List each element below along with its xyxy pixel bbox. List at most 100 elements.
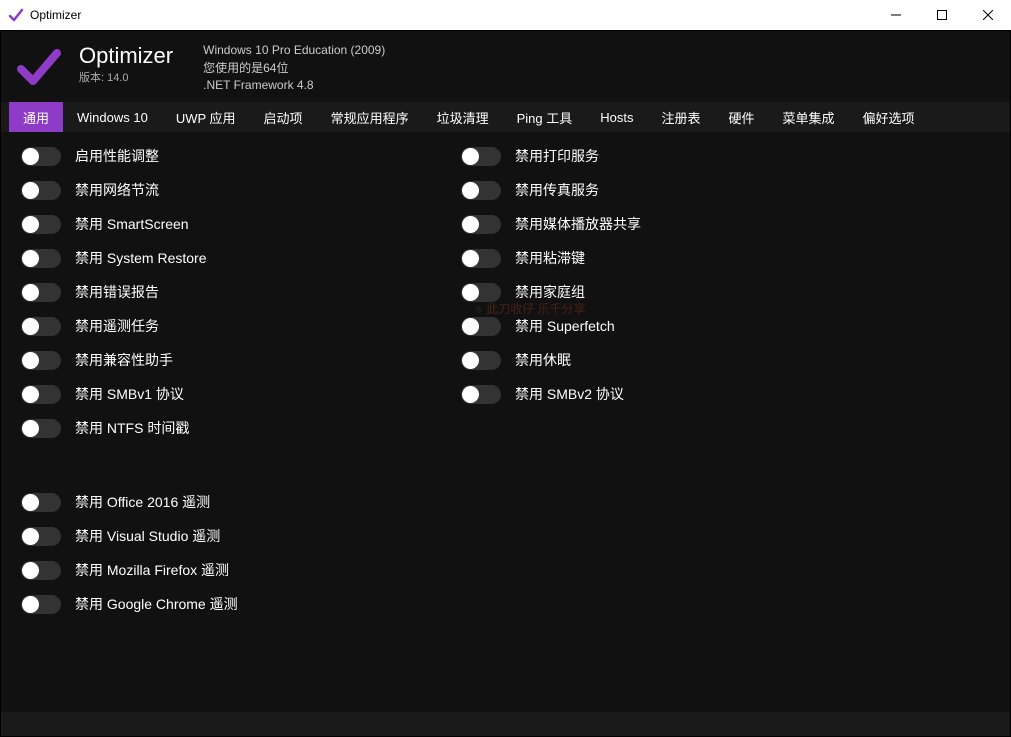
toggle-compat[interactable] (21, 351, 61, 370)
toggle-smbv2[interactable] (461, 385, 501, 404)
toggle-knob (462, 284, 479, 301)
toggle-knob (22, 216, 39, 233)
titlebar: Optimizer (0, 0, 1011, 30)
toggle-smbv1[interactable] (21, 385, 61, 404)
toggle-knob (22, 148, 39, 165)
toggle-knob (22, 352, 39, 369)
toggle-label-fax: 禁用传真服务 (515, 180, 599, 200)
tab-registry[interactable]: 注册表 (647, 102, 714, 132)
toggle-row-firefox-telemetry: 禁用 Mozilla Firefox 遥测 (21, 560, 461, 580)
toggle-row-smbv1: 禁用 SMBv1 协议 (21, 384, 461, 404)
tab-hardware[interactable]: 硬件 (714, 102, 768, 132)
toggle-label-office-telemetry: 禁用 Office 2016 遥测 (75, 492, 210, 512)
tab-startup[interactable]: 启动项 (250, 102, 317, 132)
toggle-row-office-telemetry: 禁用 Office 2016 遥测 (21, 492, 461, 512)
tab-apps[interactable]: 常规应用程序 (317, 102, 423, 132)
toggle-ntfs-ts[interactable] (21, 419, 61, 438)
tab-hosts[interactable]: Hosts (586, 102, 647, 132)
tab-cleanup[interactable]: 垃圾清理 (423, 102, 503, 132)
logo-checkmark-icon (15, 43, 63, 91)
tab-menu[interactable]: 菜单集成 (769, 102, 849, 132)
sysinfo-net: .NET Framework 4.8 (203, 78, 385, 92)
app-version: 版本: 14.0 (79, 69, 173, 85)
tab-prefs[interactable]: 偏好选项 (849, 102, 929, 132)
close-button[interactable] (965, 0, 1011, 30)
tab-bar: 通用Windows 10UWP 应用启动项常规应用程序垃圾清理Ping 工具Ho… (1, 102, 1010, 132)
toggle-vs-telemetry[interactable] (21, 527, 61, 546)
toggle-perf[interactable] (21, 147, 61, 166)
toggle-label-hibernate: 禁用休眠 (515, 350, 571, 370)
toggle-label-smartscreen: 禁用 SmartScreen (75, 214, 189, 234)
toggle-row-superfetch: 禁用 Superfetch (461, 316, 990, 336)
statusbar (1, 712, 1010, 736)
toggle-smartscreen[interactable] (21, 215, 61, 234)
toggle-row-errorreport: 禁用错误报告 (21, 282, 461, 302)
toggle-label-firefox-telemetry: 禁用 Mozilla Firefox 遥测 (75, 560, 229, 580)
toggle-label-telemetry-tasks: 禁用遥测任务 (75, 316, 159, 336)
toggle-row-smbv2: 禁用 SMBv2 协议 (461, 384, 990, 404)
toggle-chrome-telemetry[interactable] (21, 595, 61, 614)
toggle-print[interactable] (461, 147, 501, 166)
toggle-label-superfetch: 禁用 Superfetch (515, 316, 615, 336)
toggle-knob (22, 562, 39, 579)
toggle-row-hibernate: 禁用休眠 (461, 350, 990, 370)
toggle-label-smbv1: 禁用 SMBv1 协议 (75, 384, 184, 404)
toggle-sysrestore[interactable] (21, 249, 61, 268)
toggle-label-vs-telemetry: 禁用 Visual Studio 遥测 (75, 526, 220, 546)
toggle-errorreport[interactable] (21, 283, 61, 302)
toggle-label-smbv2: 禁用 SMBv2 协议 (515, 384, 624, 404)
tab-ping[interactable]: Ping 工具 (503, 102, 587, 132)
toggle-knob (462, 182, 479, 199)
toggle-row-media-share: 禁用媒体播放器共享 (461, 214, 990, 234)
app-title: Optimizer (79, 43, 173, 69)
toggle-homegroup[interactable] (461, 283, 501, 302)
toggle-superfetch[interactable] (461, 317, 501, 336)
toggle-row-fax: 禁用传真服务 (461, 180, 990, 200)
toggle-knob (22, 494, 39, 511)
toggle-label-sysrestore: 禁用 System Restore (75, 248, 206, 268)
toggle-column-left: 启用性能调整禁用网络节流禁用 SmartScreen 禁用 System Rest… (21, 146, 461, 698)
toggle-label-net-throttle: 禁用网络节流 (75, 180, 159, 200)
toggle-label-perf: 启用性能调整 (75, 146, 159, 166)
system-info: Windows 10 Pro Education (2009) 您使用的是64位… (203, 43, 385, 92)
toggle-knob (22, 284, 39, 301)
toggle-net-throttle[interactable] (21, 181, 61, 200)
toggle-office-telemetry[interactable] (21, 493, 61, 512)
toggle-knob (22, 420, 39, 437)
toggle-label-homegroup: 禁用家庭组 (515, 282, 585, 302)
toggle-label-media-share: 禁用媒体播放器共享 (515, 214, 641, 234)
app-icon (8, 7, 24, 23)
toggle-knob (462, 148, 479, 165)
toggle-knob (22, 386, 39, 403)
toggle-telemetry-tasks[interactable] (21, 317, 61, 336)
minimize-button[interactable] (873, 0, 919, 30)
toggle-sticky[interactable] (461, 249, 501, 268)
toggle-knob (22, 318, 39, 335)
toggle-row-sysrestore: 禁用 System Restore (21, 248, 461, 268)
titlebar-title: Optimizer (30, 8, 81, 22)
toggle-fax[interactable] (461, 181, 501, 200)
app-header: Optimizer 版本: 14.0 Windows 10 Pro Educat… (1, 31, 1010, 102)
toggle-knob (462, 352, 479, 369)
toggle-row-compat: 禁用兼容性助手 (21, 350, 461, 370)
toggle-hibernate[interactable] (461, 351, 501, 370)
toggle-firefox-telemetry[interactable] (21, 561, 61, 580)
toggle-media-share[interactable] (461, 215, 501, 234)
tab-uwp[interactable]: UWP 应用 (162, 102, 250, 132)
toggle-row-telemetry-tasks: 禁用遥测任务 (21, 316, 461, 336)
toggle-row-chrome-telemetry: 禁用 Google Chrome 遥测 (21, 594, 461, 614)
toggle-row-homegroup: 禁用家庭组 (461, 282, 990, 302)
toggle-knob (462, 386, 479, 403)
toggle-row-net-throttle: 禁用网络节流 (21, 180, 461, 200)
toggle-row-perf: 启用性能调整 (21, 146, 461, 166)
maximize-button[interactable] (919, 0, 965, 30)
toggle-row-print: 禁用打印服务 (461, 146, 990, 166)
sysinfo-os: Windows 10 Pro Education (2009) (203, 43, 385, 57)
toggle-knob (462, 318, 479, 335)
toggle-label-chrome-telemetry: 禁用 Google Chrome 遥测 (75, 594, 238, 614)
tab-win10[interactable]: Windows 10 (63, 102, 162, 132)
toggle-column-right: 禁用打印服务禁用传真服务禁用媒体播放器共享禁用粘滞键禁用家庭组禁用 Superf… (461, 146, 990, 698)
toggle-label-errorreport: 禁用错误报告 (75, 282, 159, 302)
toggle-label-sticky: 禁用粘滞键 (515, 248, 585, 268)
tab-general[interactable]: 通用 (9, 102, 63, 132)
